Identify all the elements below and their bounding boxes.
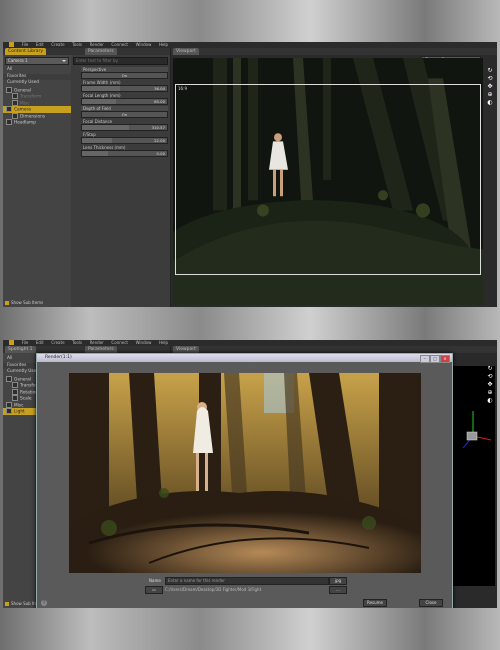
zoom-icon[interactable]: ⊕ [487, 91, 494, 98]
param-depth-of-field[interactable]: Depth of Field On [81, 106, 168, 118]
expand-icon[interactable] [12, 112, 18, 119]
expand-icon[interactable] [6, 375, 12, 382]
param-perspective[interactable]: Perspective On [81, 67, 168, 79]
param-frame-width[interactable]: Frame Width (mm) 36.00 [81, 80, 168, 92]
show-sub-items-checkbox[interactable]: Show Sub Items [5, 300, 43, 305]
expand-icon[interactable] [6, 401, 12, 408]
app-logo-icon [9, 42, 14, 47]
bank-icon[interactable]: ◐ [487, 99, 494, 106]
expand-icon[interactable] [12, 93, 18, 99]
tab-parameters[interactable]: Parameters [85, 346, 117, 353]
screenshot-bottom: File Edit Create Tools Render Connect Wi… [3, 340, 497, 608]
tab-spotlight[interactable]: Spotlight 1 [5, 346, 36, 353]
render-name-input[interactable]: Enter a name for this render [165, 577, 329, 585]
checkbox-icon[interactable] [5, 301, 9, 305]
orbit-icon[interactable]: ↻ [487, 67, 494, 74]
maximize-icon[interactable]: □ [430, 355, 440, 363]
expand-icon[interactable] [12, 395, 18, 401]
render-frame: 16:9 [175, 84, 481, 275]
parameters-pane: Parameters Enter text to filter by Persp… [71, 48, 171, 307]
rotate-icon[interactable]: ⟲ [487, 373, 494, 380]
expand-icon[interactable] [12, 388, 18, 395]
minimize-icon[interactable]: – [420, 355, 430, 363]
tree-item-headlamp[interactable]: Headlamp [3, 119, 71, 126]
pan-icon[interactable]: ✥ [487, 381, 494, 388]
help-icon[interactable]: ? [41, 600, 47, 606]
parameter-search-input[interactable]: Enter text to filter by [73, 57, 168, 65]
viewport-nav-controls: ↻ ⟲ ✥ ⊕ ◐ [485, 66, 495, 107]
close-icon[interactable]: × [440, 355, 450, 363]
expand-icon[interactable] [12, 382, 18, 388]
close-button[interactable]: Close [419, 599, 443, 607]
expand-icon[interactable] [6, 106, 12, 112]
expand-icon[interactable] [12, 99, 18, 106]
checkbox-icon[interactable] [5, 602, 9, 606]
expand-icon[interactable] [6, 86, 12, 93]
bank-icon[interactable]: ◐ [487, 397, 494, 404]
expand-icon[interactable] [6, 119, 12, 125]
tab-parameters[interactable]: Parameters [85, 48, 117, 55]
expand-icon[interactable] [6, 408, 12, 414]
render-window-titlebar[interactable]: Render(1:1) – □ × [37, 354, 452, 363]
resume-button[interactable]: Resume [363, 599, 387, 607]
tab-content-library[interactable]: Content Library [5, 48, 47, 55]
browse-button[interactable]: … [329, 586, 347, 594]
render-window: Render(1:1) – □ × Name Enter a name for … [36, 353, 453, 608]
orbit-icon[interactable]: ↻ [487, 365, 494, 372]
zoom-icon[interactable]: ⊕ [487, 389, 494, 396]
param-focal-distance[interactable]: Focal Distance 310.57 [81, 119, 168, 131]
tab-viewport[interactable]: Viewport [173, 346, 199, 353]
format-dropdown[interactable]: jpg [329, 577, 347, 585]
folder-icon[interactable]: ▭ [145, 586, 163, 594]
viewport-pane: Viewport Camera 1 [171, 48, 497, 307]
render-path: C:/Users/Dream/Desktop/3D Fighter/Mod 3/… [165, 587, 262, 592]
light-gizmo-icon [462, 411, 492, 449]
name-label: Name [149, 578, 161, 583]
viewport-scene[interactable]: 16:9 [173, 58, 483, 305]
content-library-pane: Content Library Camera 1 All Favorites C… [3, 48, 72, 307]
render-window-title: Render(1:1) [45, 355, 72, 360]
param-focal-length[interactable]: Focal Length (mm) 65.00 [81, 93, 168, 105]
rendered-forest-image [69, 373, 421, 573]
tab-viewport[interactable]: Viewport [173, 48, 199, 55]
screenshot-top: File Edit Create Tools Render Connect Wi… [3, 42, 497, 307]
viewport-nav-controls: ↻ ⟲ ✥ ⊕ ◐ [485, 364, 495, 405]
app-logo-icon [9, 340, 14, 345]
pan-icon[interactable]: ✥ [487, 83, 494, 90]
param-lens-thickness[interactable]: Lens Thickness (mm) 0.00 [81, 145, 168, 157]
rotate-icon[interactable]: ⟲ [487, 75, 494, 82]
param-fstop[interactable]: F/Stop 22.00 [81, 132, 168, 144]
render-output-image [69, 373, 421, 573]
camera-dropdown[interactable]: Camera 1 [5, 57, 69, 65]
